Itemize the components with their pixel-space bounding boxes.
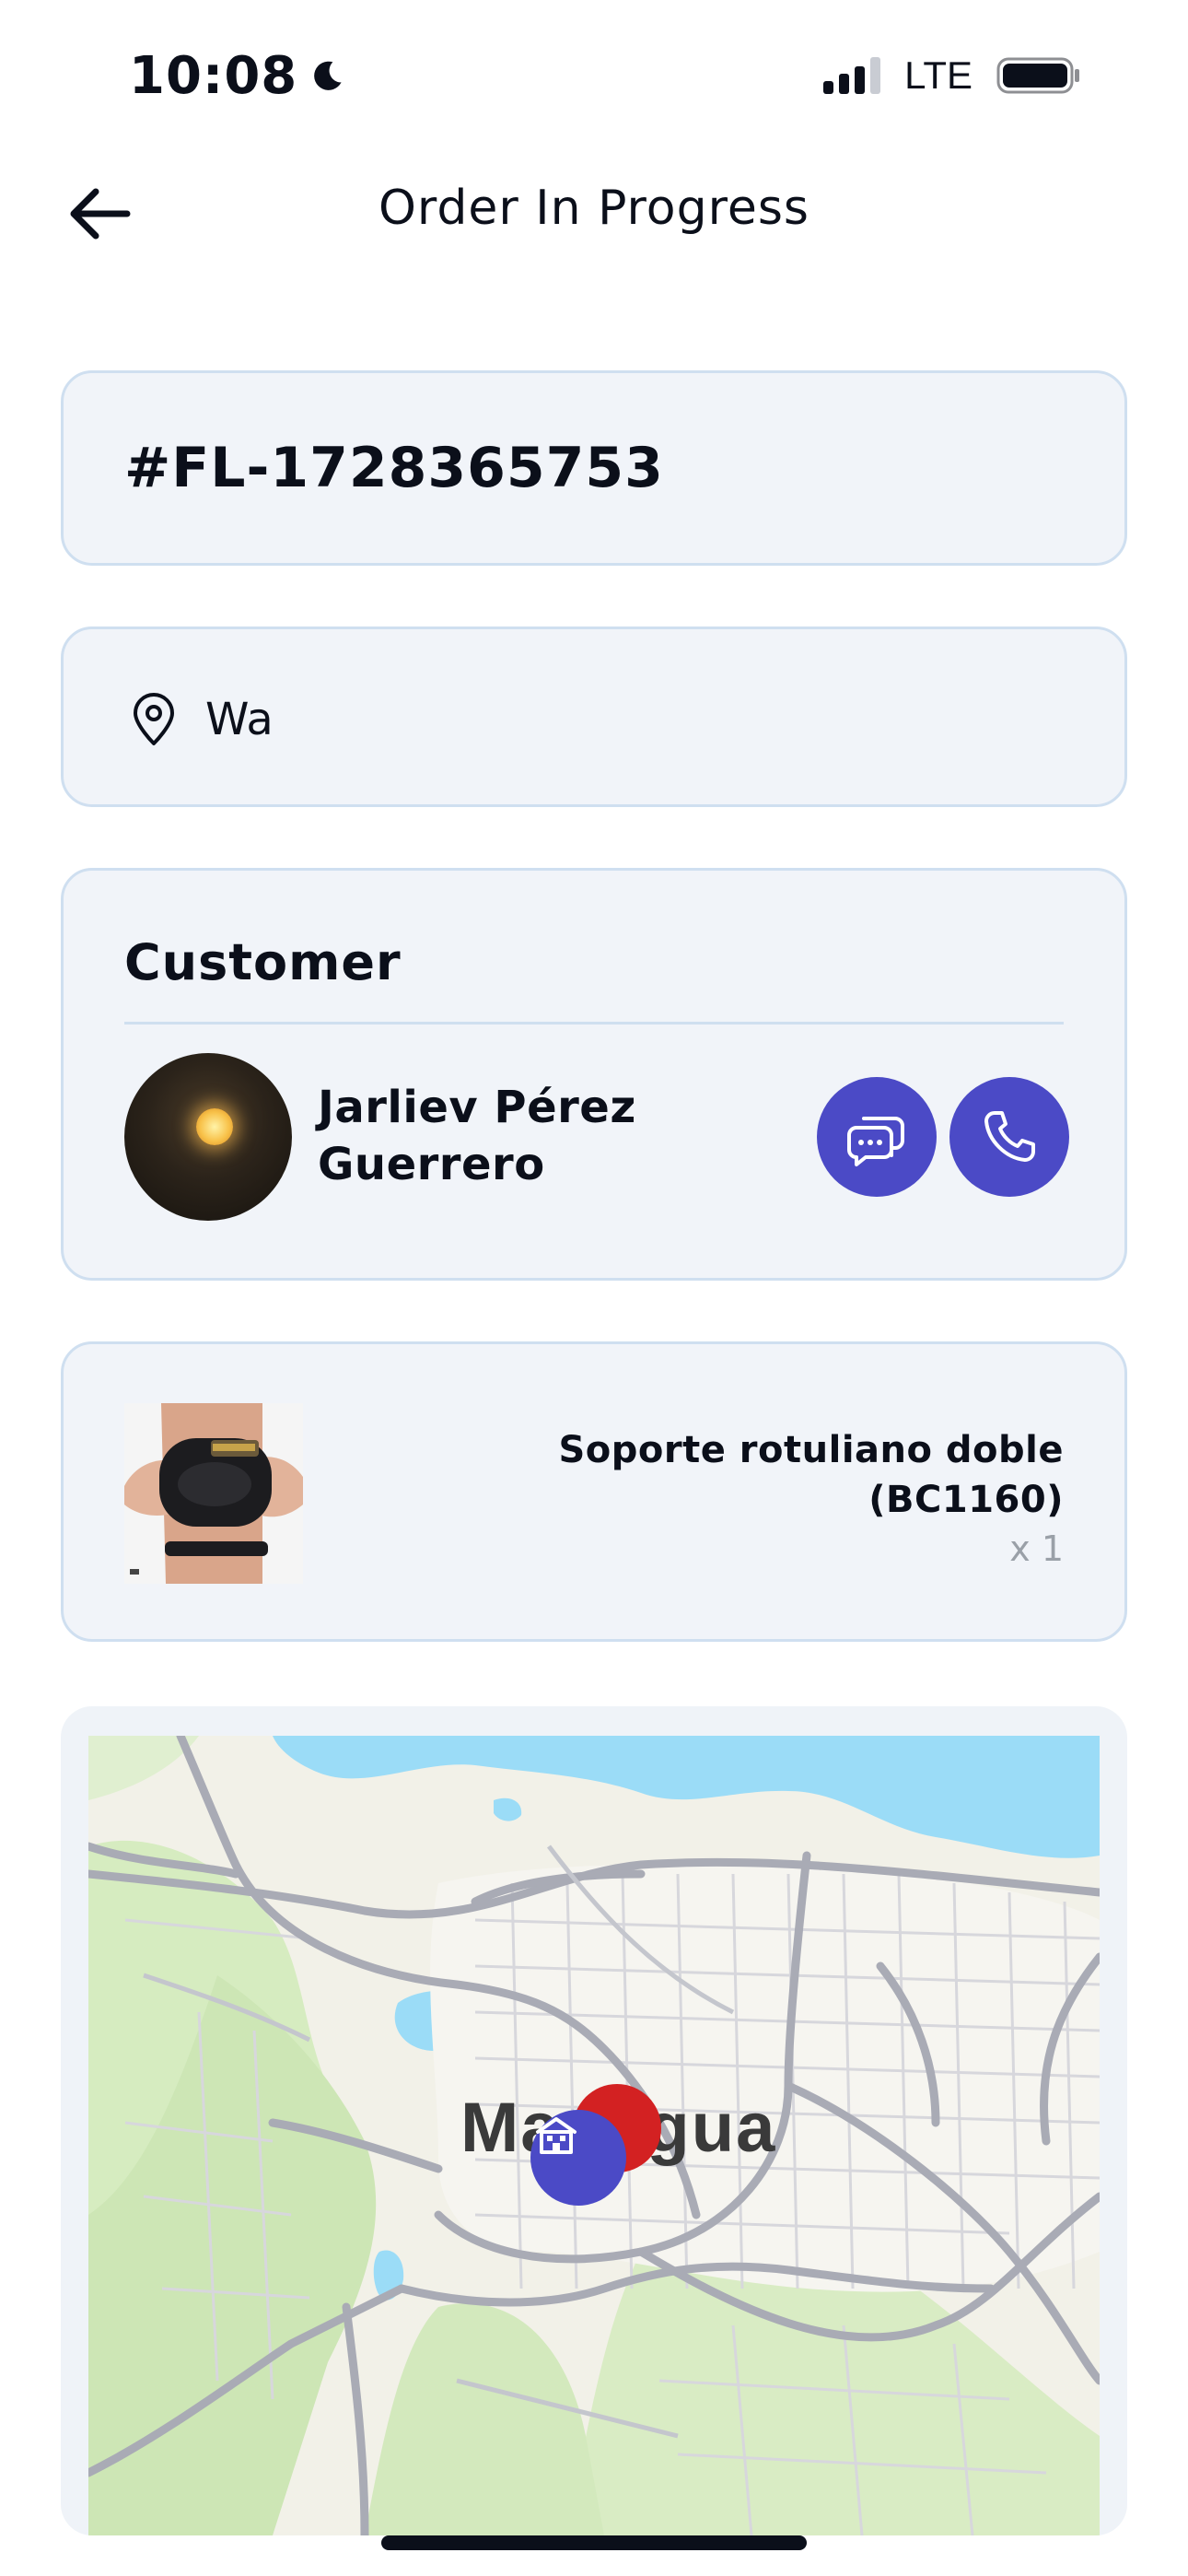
signal-icon [823,57,881,94]
map-view[interactable]: Managua [88,1736,1100,2535]
chat-button[interactable] [817,1077,937,1197]
product-name: Soporte rotuliano doble (BC1160) [558,1429,1064,1521]
product-card: Soporte rotuliano doble (BC1160) x 1 [61,1341,1127,1642]
status-time-text: 10:08 [129,46,298,106]
home-indicator[interactable] [381,2535,807,2550]
nav-bar: Order In Progress [0,157,1188,267]
map-card: Managua [61,1706,1127,2535]
customer-heading: Customer [124,933,402,991]
store-marker[interactable] [530,2110,626,2206]
location-pin-icon [134,693,174,745]
customer-name: Jarliev Pérez Guerrero [318,1082,636,1190]
order-id: #FL-1728365753 [124,436,664,500]
address-card: Wa [61,626,1127,807]
status-bar: 10:08 LTE [0,0,1188,157]
customer-card: Customer Jarliev Pérez Guerrero [61,868,1127,1281]
product-image [124,1403,303,1584]
battery-icon [996,57,1079,94]
address-text: Wa [205,694,274,745]
network-label: LTE [904,53,973,97]
order-id-card: #FL-1728365753 [61,370,1127,566]
divider [124,1022,1064,1025]
page-title: Order In Progress [378,181,810,236]
moon-icon [314,61,342,90]
product-quantity: x 1 [1009,1528,1064,1569]
status-time: 10:08 [129,46,347,106]
chat-icon [847,1117,904,1166]
store-icon [536,2117,577,2154]
call-button[interactable] [949,1077,1069,1197]
status-indicators: LTE [823,53,1081,98]
phone-icon [984,1111,1035,1162]
avatar [124,1053,292,1221]
